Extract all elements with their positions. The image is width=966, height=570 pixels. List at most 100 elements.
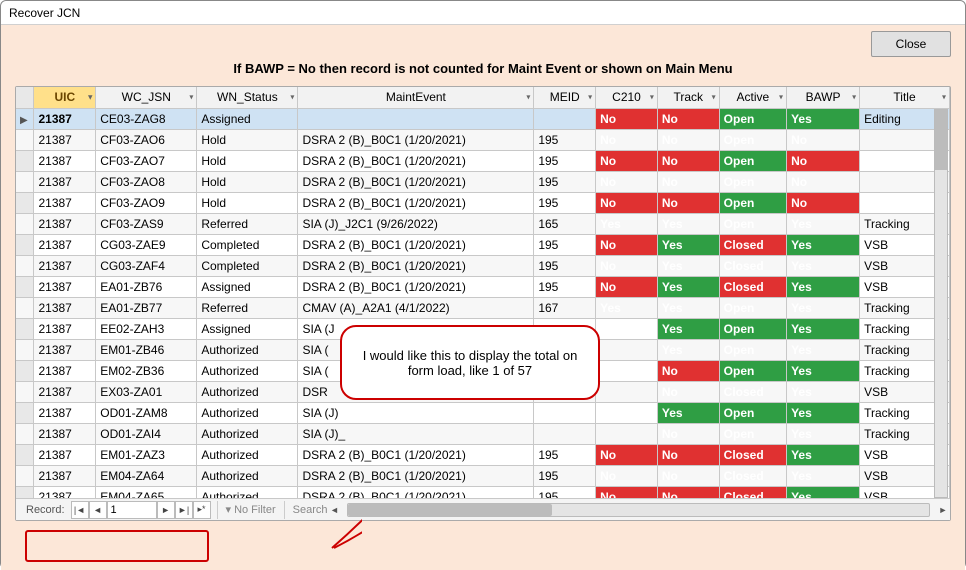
cell-uic[interactable]: 21387 [34,297,96,318]
cell-bawp[interactable]: Yes [787,297,860,318]
cell-track[interactable]: No [657,486,719,498]
dropdown-icon[interactable]: ▾ [88,93,92,102]
cell-uic[interactable]: 21387 [34,360,96,381]
cell-bawp[interactable]: No [787,150,860,171]
table-row[interactable]: 21387EM01-ZAZ3AuthorizedDSRA 2 (B)_B0C1 … [16,444,950,465]
row-selector[interactable] [16,465,34,486]
cell-c210[interactable]: No [596,150,658,171]
cell-uic[interactable]: 21387 [34,465,96,486]
cell-track[interactable]: No [657,129,719,150]
row-selector[interactable]: ▶ [16,108,34,129]
cell-wc_jsn[interactable]: CF03-ZAO7 [96,150,197,171]
cell-track[interactable]: No [657,360,719,381]
table-row[interactable]: 21387OD01-ZAI4AuthorizedSIA (J)_NoOpenYe… [16,423,950,444]
cell-active[interactable]: Open [719,339,786,360]
col-header-wc_jsn[interactable]: WC_JSN▾ [96,87,197,108]
cell-bawp[interactable]: Yes [787,444,860,465]
row-selector[interactable] [16,423,34,444]
cell-uic[interactable]: 21387 [34,234,96,255]
row-selector-header[interactable] [16,87,34,108]
cell-c210[interactable]: No [596,234,658,255]
nav-prev-button[interactable]: ◄ [89,501,107,519]
cell-meid[interactable] [534,423,596,444]
cell-c210[interactable]: No [596,171,658,192]
nav-last-button[interactable]: ►| [175,501,193,519]
cell-wn_status[interactable]: Completed [197,255,298,276]
cell-wn_status[interactable]: Hold [197,171,298,192]
cell-bawp[interactable]: Yes [787,318,860,339]
cell-c210[interactable]: No [596,465,658,486]
cell-wn_status[interactable]: Assigned [197,108,298,129]
cell-meid[interactable]: 195 [534,486,596,498]
dropdown-icon[interactable]: ▾ [189,93,193,102]
cell-wn_status[interactable]: Assigned [197,318,298,339]
table-row[interactable]: 21387CG03-ZAF4CompletedDSRA 2 (B)_B0C1 (… [16,255,950,276]
cell-uic[interactable]: 21387 [34,423,96,444]
cell-wn_status[interactable]: Authorized [197,465,298,486]
cell-track[interactable]: Yes [657,255,719,276]
cell-bawp[interactable]: Yes [787,213,860,234]
cell-wc_jsn[interactable]: CE03-ZAG8 [96,108,197,129]
cell-meid[interactable]: 165 [534,213,596,234]
table-row[interactable]: 21387EA01-ZB77ReferredCMAV (A)_A2A1 (4/1… [16,297,950,318]
cell-track[interactable]: Yes [657,213,719,234]
cell-uic[interactable]: 21387 [34,402,96,423]
cell-meid[interactable]: 195 [534,150,596,171]
row-selector[interactable] [16,444,34,465]
cell-meid[interactable] [534,402,596,423]
nav-first-button[interactable]: |◄ [71,501,89,519]
cell-wc_jsn[interactable]: OD01-ZAI4 [96,423,197,444]
close-button[interactable]: Close [871,31,951,57]
cell-uic[interactable]: 21387 [34,192,96,213]
cell-c210[interactable] [596,423,658,444]
cell-c210[interactable]: No [596,108,658,129]
cell-maintevent[interactable]: DSRA 2 (B)_B0C1 (1/20/2021) [298,171,534,192]
cell-track[interactable]: No [657,108,719,129]
col-header-maintevent[interactable]: MaintEvent▾ [298,87,534,108]
cell-wn_status[interactable]: Hold [197,192,298,213]
cell-track[interactable]: Yes [657,402,719,423]
dropdown-icon[interactable]: ▾ [526,93,530,102]
dropdown-icon[interactable]: ▾ [942,93,946,102]
cell-bawp[interactable]: Yes [787,360,860,381]
cell-wc_jsn[interactable]: CF03-ZAS9 [96,213,197,234]
table-row[interactable]: 21387EM04-ZA64AuthorizedDSRA 2 (B)_B0C1 … [16,465,950,486]
cell-track[interactable]: No [657,444,719,465]
cell-uic[interactable]: 21387 [34,486,96,498]
search-box[interactable]: Search [284,501,328,519]
cell-wn_status[interactable]: Authorized [197,486,298,498]
dropdown-icon[interactable]: ▾ [852,93,856,102]
row-selector[interactable] [16,318,34,339]
cell-wc_jsn[interactable]: EE02-ZAH3 [96,318,197,339]
cell-meid[interactable]: 195 [534,276,596,297]
cell-wc_jsn[interactable]: EM04-ZA64 [96,465,197,486]
horizontal-scrollbar[interactable] [347,503,930,517]
row-selector[interactable] [16,339,34,360]
cell-wn_status[interactable]: Referred [197,213,298,234]
cell-active[interactable]: Open [719,213,786,234]
cell-track[interactable]: No [657,423,719,444]
cell-wc_jsn[interactable]: CF03-ZAO8 [96,171,197,192]
cell-maintevent[interactable]: DSRA 2 (B)_B0C1 (1/20/2021) [298,192,534,213]
row-selector[interactable] [16,213,34,234]
cell-meid[interactable]: 195 [534,255,596,276]
cell-bawp[interactable]: Yes [787,276,860,297]
cell-active[interactable]: Closed [719,381,786,402]
row-selector[interactable] [16,402,34,423]
col-header-active[interactable]: Active▾ [719,87,786,108]
col-header-uic[interactable]: UIC▾ [34,87,96,108]
cell-wc_jsn[interactable]: EM02-ZB36 [96,360,197,381]
cell-c210[interactable]: No [596,486,658,498]
cell-bawp[interactable]: Yes [787,381,860,402]
cell-wc_jsn[interactable]: EA01-ZB76 [96,276,197,297]
cell-c210[interactable]: Yes [596,297,658,318]
cell-maintevent[interactable]: CMAV (A)_A2A1 (4/1/2022) [298,297,534,318]
cell-c210[interactable]: No [596,276,658,297]
cell-meid[interactable]: 167 [534,297,596,318]
cell-track[interactable]: No [657,381,719,402]
cell-wc_jsn[interactable]: CF03-ZAO9 [96,192,197,213]
cell-c210[interactable] [596,360,658,381]
cell-wc_jsn[interactable]: EX03-ZA01 [96,381,197,402]
row-selector[interactable] [16,255,34,276]
cell-active[interactable]: Open [719,192,786,213]
